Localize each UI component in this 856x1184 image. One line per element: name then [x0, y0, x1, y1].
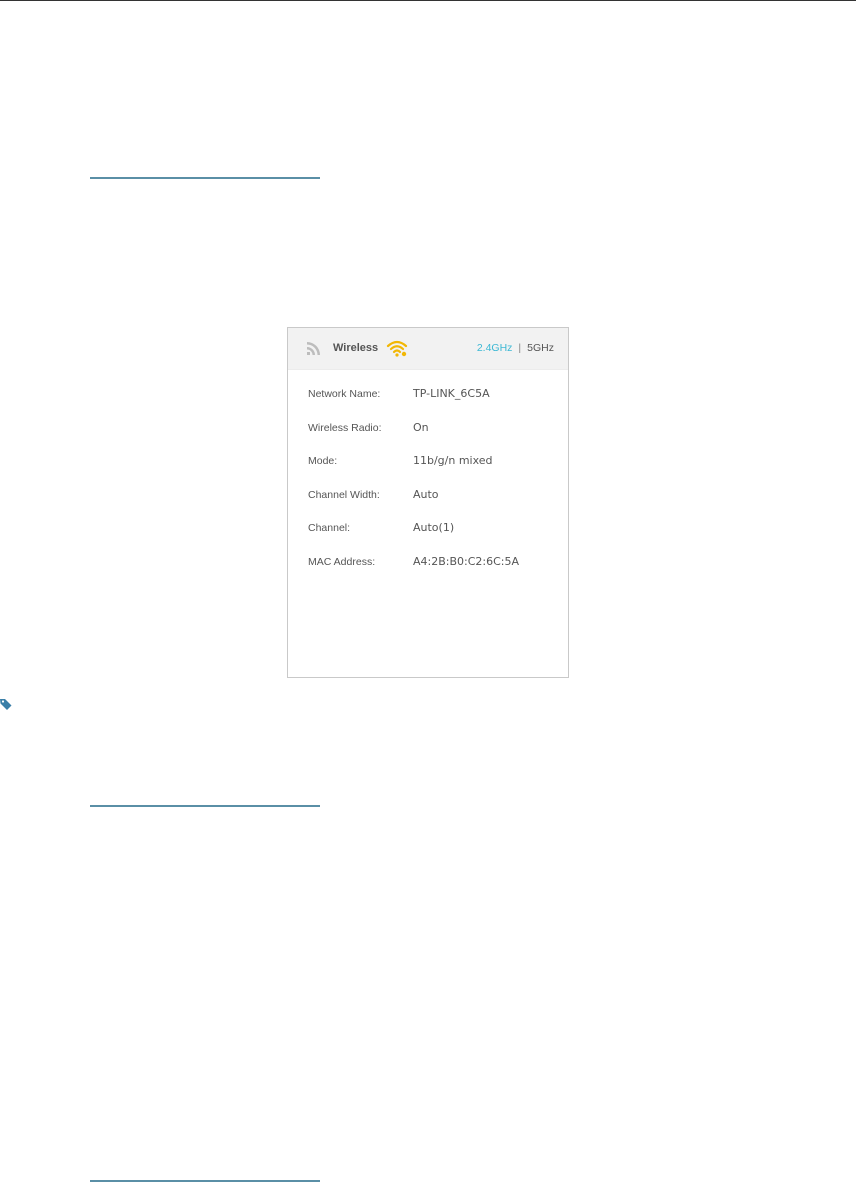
band-tabs: 2.4GHz | 5GHz [477, 342, 554, 354]
info-value: On [413, 420, 429, 434]
panel-header: Wireless 2.4GHz | 5GHz [288, 328, 568, 370]
info-list: Network Name: TP-LINK_6C5A Wireless Radi… [308, 384, 558, 585]
info-row-mac-address: MAC Address: A4:2B:B0:C2:6C:5A [308, 552, 558, 586]
tab-5ghz[interactable]: 5GHz [527, 342, 554, 354]
info-label: Channel: [308, 522, 351, 534]
section-rule [90, 805, 320, 807]
wifi-icon [386, 340, 408, 357]
band-separator: | [518, 342, 522, 354]
info-label: Network Name: [308, 388, 381, 400]
section-rule [90, 177, 320, 179]
top-rule [0, 0, 856, 1]
info-label: Wireless Radio: [308, 421, 382, 434]
panel-title: Wireless [333, 342, 379, 354]
info-label: Mode: [308, 455, 338, 467]
info-label: MAC Address: [308, 555, 376, 568]
info-label: Channel Width: [308, 488, 380, 501]
info-value: Auto(1) [413, 521, 455, 534]
info-row-mode: Mode: 11b/g/n mixed [308, 451, 558, 485]
wireless-panel: Wireless 2.4GHz | 5GHz Network Name: TP-… [287, 327, 569, 678]
info-value: 11b/g/n mixed [413, 454, 493, 467]
tab-2-4ghz[interactable]: 2.4GHz [477, 342, 513, 354]
info-row-channel-width: Channel Width: Auto [308, 485, 558, 519]
info-row-wireless-radio: Wireless Radio: On [308, 418, 558, 452]
info-value: A4:2B:B0:C2:6C:5A [413, 554, 520, 568]
section-rule [90, 1180, 320, 1182]
tag-icon [0, 699, 12, 710]
info-value: Auto [413, 487, 439, 501]
info-row-channel: Channel: Auto(1) [308, 518, 558, 552]
signal-bars-icon [307, 342, 320, 355]
info-row-network-name: Network Name: TP-LINK_6C5A [308, 384, 558, 418]
document-page: Wireless 2.4GHz | 5GHz Network Name: TP-… [0, 0, 856, 1184]
info-value: TP-LINK_6C5A [413, 387, 490, 400]
